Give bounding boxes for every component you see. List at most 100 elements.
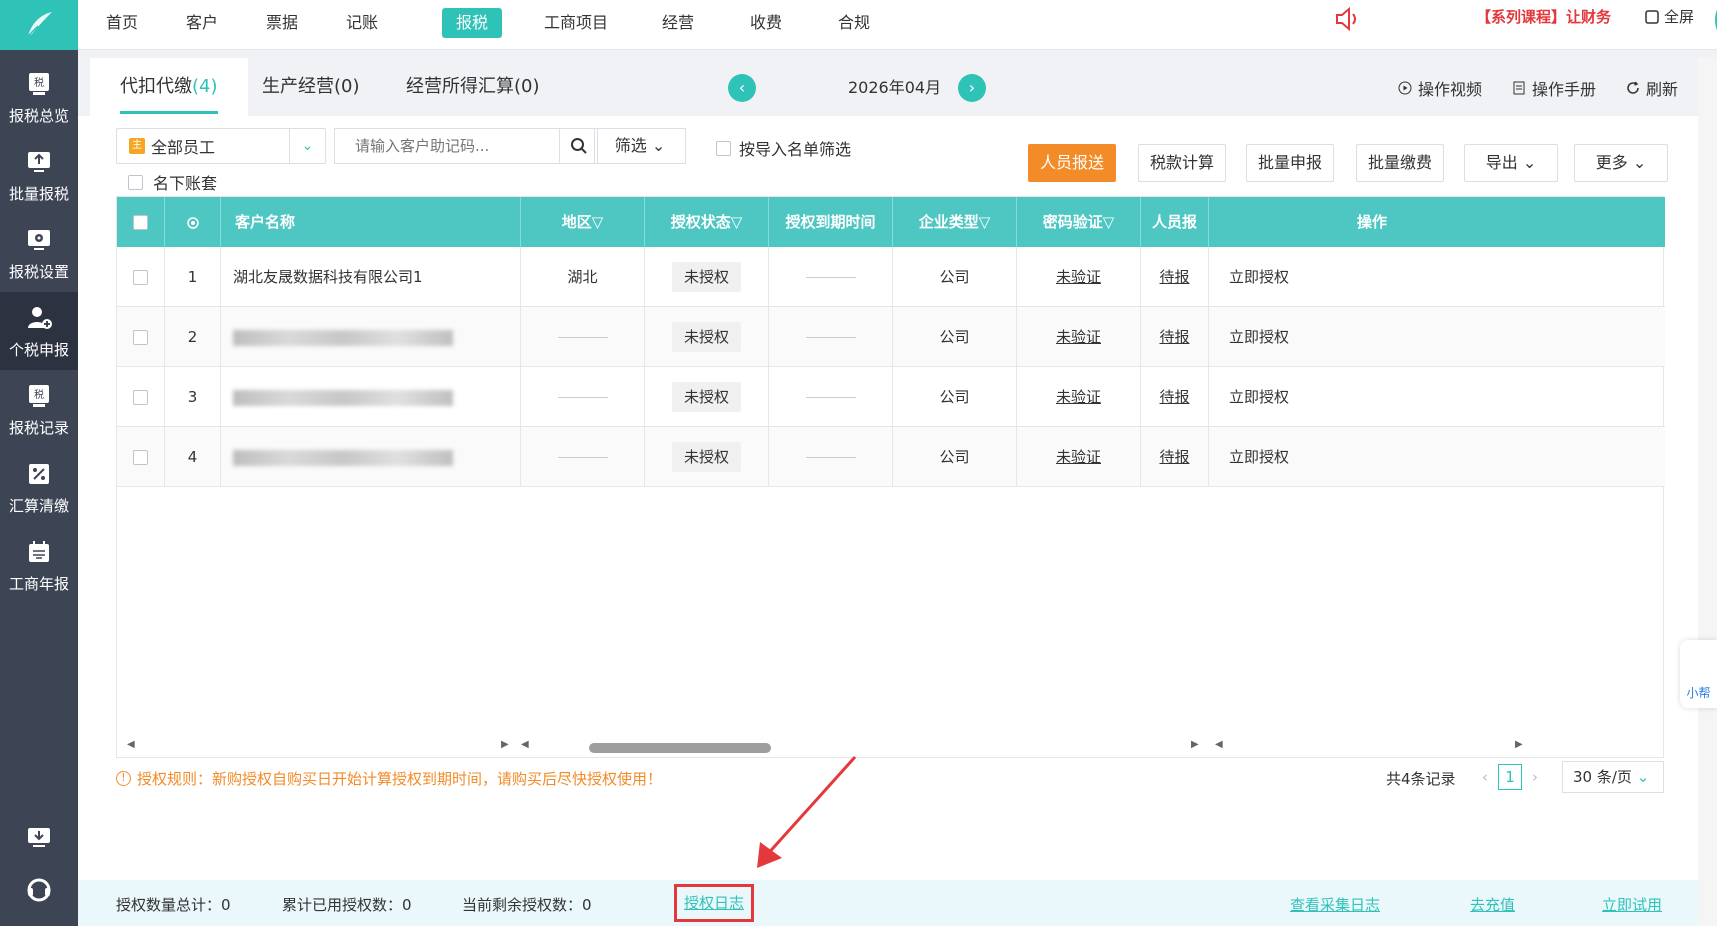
- person-report-link[interactable]: 待报: [1159, 328, 1189, 346]
- sidebar-item-tax-records[interactable]: 税 报税记录: [0, 370, 78, 448]
- filter-funnel-icon: ▽: [1102, 213, 1115, 231]
- authorize-now-link[interactable]: 立即授权: [1229, 268, 1289, 286]
- scroll-right-icon[interactable]: ▶: [501, 739, 509, 750]
- page-size-select[interactable]: 30 条/页 ⌄: [1562, 761, 1664, 793]
- svg-text:税: 税: [34, 388, 44, 401]
- import-list-filter[interactable]: 按导入名单筛选: [716, 136, 851, 160]
- password-verify-link[interactable]: 未验证: [1056, 448, 1101, 466]
- scroll-left-icon[interactable]: ◀: [127, 739, 135, 750]
- nav-item-customers[interactable]: 客户: [172, 8, 232, 38]
- sidebar-item-annual-settlement[interactable]: 汇算清缴: [0, 448, 78, 526]
- trial-link[interactable]: 立即试用: [1602, 894, 1662, 915]
- sidebar-item-individual-tax[interactable]: 个税申报: [0, 292, 78, 370]
- fullscreen-icon: [1645, 9, 1659, 24]
- authorize-now-link[interactable]: 立即授权: [1229, 448, 1289, 466]
- password-verify-link[interactable]: 未验证: [1056, 328, 1101, 346]
- export-dropdown[interactable]: 导出 ⌄: [1464, 144, 1558, 182]
- sub-accounts-filter[interactable]: 名下账套: [128, 170, 217, 194]
- sidebar-item-batch-tax[interactable]: 批量报税: [0, 136, 78, 214]
- sidebar-item-tax-settings[interactable]: 报税设置: [0, 214, 78, 292]
- fullscreen-button[interactable]: 全屏: [1644, 6, 1694, 27]
- nav-item-tax[interactable]: 报税: [442, 8, 503, 38]
- scroll-left-icon[interactable]: ◀: [1215, 739, 1223, 750]
- promo-link[interactable]: 【系列课程】让财务: [1476, 6, 1611, 27]
- sidebar-download[interactable]: [0, 816, 78, 860]
- month-prev-button[interactable]: ‹: [728, 74, 756, 102]
- personnel-report-button[interactable]: 人员报送: [1028, 144, 1116, 182]
- next-page-icon[interactable]: ›: [1532, 768, 1538, 786]
- nav-item-home[interactable]: 首页: [92, 8, 152, 38]
- operation-video-link[interactable]: 操作视频: [1398, 76, 1482, 100]
- monitor-upload-icon: [28, 151, 50, 172]
- speaker-icon[interactable]: [1331, 4, 1361, 34]
- auth-rule-text: 授权规则：新购授权自购买日开始计算授权到期时间，请购买后尽快授权使用！: [137, 770, 663, 788]
- person-report-link[interactable]: 待报: [1159, 448, 1189, 466]
- assistant-side-tab[interactable]: 小帮: [1680, 640, 1717, 708]
- select-all-checkbox[interactable]: [133, 215, 148, 230]
- sidebar-item-label: 报税设置: [8, 262, 69, 281]
- authorize-now-link[interactable]: 立即授权: [1229, 388, 1289, 406]
- page-number[interactable]: 1: [1498, 764, 1522, 790]
- filter-dropdown[interactable]: 筛选 ⌄: [594, 128, 686, 164]
- page-scrollbar[interactable]: [1698, 58, 1717, 926]
- tax-calc-button[interactable]: 税款计算: [1138, 144, 1226, 182]
- header-company-type[interactable]: 企业类型▽: [893, 197, 1017, 247]
- table-row[interactable]: 2 未授权 公司 未验证 待报 立即授权: [117, 307, 1665, 367]
- batch-pay-button[interactable]: 批量缴费: [1356, 144, 1444, 182]
- auth-log-link[interactable]: 授权日志: [674, 884, 754, 922]
- nav-item-business-projects[interactable]: 工商项目: [530, 8, 622, 38]
- row-checkbox[interactable]: [133, 330, 148, 345]
- sidebar-support[interactable]: [0, 868, 78, 912]
- customer-search-input[interactable]: [334, 128, 560, 164]
- table-row[interactable]: 1 湖北友晟数据科技有限公司1 湖北 未授权 公司 未验证 待报 立即授权: [117, 247, 1665, 307]
- sidebar-item-tax-overview[interactable]: 税 报税总览: [0, 58, 78, 136]
- nav-item-compliance[interactable]: 合规: [824, 8, 884, 38]
- batch-declare-button[interactable]: 批量申报: [1246, 144, 1334, 182]
- sidebar-item-business-annual[interactable]: 工商年报: [0, 526, 78, 604]
- password-verify-link[interactable]: 未验证: [1056, 388, 1101, 406]
- scroll-left-icon[interactable]: ◀: [521, 739, 529, 750]
- row-checkbox[interactable]: [133, 390, 148, 405]
- tab-production-operation[interactable]: 生产经营(0): [232, 58, 390, 116]
- row-checkbox[interactable]: [133, 270, 148, 285]
- tab-withholding[interactable]: 代扣代缴(4): [90, 58, 248, 116]
- prev-page-icon[interactable]: ‹: [1482, 768, 1488, 786]
- nav-item-bookkeeping[interactable]: 记账: [332, 8, 392, 38]
- import-filter-checkbox[interactable]: [716, 140, 731, 156]
- recharge-link[interactable]: 去充值: [1470, 894, 1515, 915]
- auth-status-badge: 未授权: [671, 442, 741, 472]
- app-logo[interactable]: [0, 0, 78, 50]
- header-password-verify[interactable]: 密码验证▽: [1017, 197, 1141, 247]
- auth-expire-cell: [769, 307, 893, 367]
- table-row[interactable]: 3 未授权 公司 未验证 待报 立即授权: [117, 367, 1665, 427]
- gear-icon[interactable]: [185, 215, 201, 231]
- horizontal-scrollbar[interactable]: ◀ ▶ ◀ ▶ ◀ ▶: [117, 737, 1665, 757]
- scrollbar-thumb[interactable]: [589, 743, 771, 753]
- authorize-now-link[interactable]: 立即授权: [1229, 328, 1289, 346]
- svg-text:税: 税: [34, 76, 44, 89]
- region-cell: 湖北: [521, 247, 645, 307]
- password-verify-link[interactable]: 未验证: [1056, 268, 1101, 286]
- nav-item-bills[interactable]: 票据: [252, 8, 312, 38]
- tab-operation-income-settlement[interactable]: 经营所得汇算(0): [376, 58, 570, 116]
- collect-log-link[interactable]: 查看采集日志: [1290, 894, 1380, 915]
- nav-item-charges[interactable]: 收费: [736, 8, 796, 38]
- sub-accounts-label: 名下账套: [153, 174, 218, 193]
- header-auth-status[interactable]: 授权状态▽: [645, 197, 769, 247]
- sub-accounts-checkbox[interactable]: [128, 174, 143, 190]
- search-button[interactable]: [560, 128, 598, 164]
- row-index: 3: [165, 367, 221, 427]
- scroll-right-icon[interactable]: ▶: [1515, 739, 1523, 750]
- refresh-button[interactable]: 刷新: [1626, 76, 1678, 100]
- person-report-link[interactable]: 待报: [1159, 388, 1189, 406]
- nav-item-operations[interactable]: 经营: [648, 8, 708, 38]
- scroll-right-icon[interactable]: ▶: [1191, 739, 1199, 750]
- table-row[interactable]: 4 未授权 公司 未验证 待报 立即授权: [117, 427, 1665, 487]
- more-dropdown[interactable]: 更多 ⌄: [1574, 144, 1668, 182]
- month-next-button[interactable]: ›: [958, 74, 986, 102]
- employee-select[interactable]: 主 全部员工 ⌄: [116, 128, 326, 164]
- row-checkbox[interactable]: [133, 450, 148, 465]
- operation-manual-link[interactable]: 操作手册: [1512, 76, 1596, 100]
- person-report-link[interactable]: 待报: [1159, 268, 1189, 286]
- header-region[interactable]: 地区▽: [521, 197, 645, 247]
